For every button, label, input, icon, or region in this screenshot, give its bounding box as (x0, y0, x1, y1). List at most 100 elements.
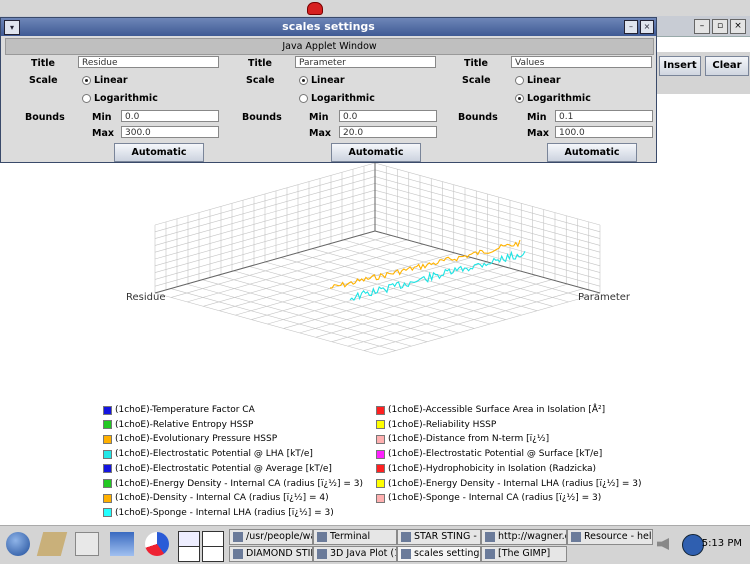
legend-label: (1choE)-Distance from N-term [ï¿½] (388, 434, 550, 445)
legend-entry: (1choE)-Electrostatic Potential @ LHA [k… (103, 449, 313, 459)
taskbar: /usr/people/wag Terminal STAR STING - ht… (0, 525, 750, 564)
workspace-pager-icon[interactable] (178, 546, 200, 562)
clear-button[interactable]: Clear (705, 56, 749, 76)
parameter-max-field[interactable]: 20.0 (339, 126, 437, 138)
dialog-minimize-button[interactable]: – (624, 20, 638, 34)
min-label: Min (527, 112, 547, 123)
task-diamond-sting[interactable]: DIAMOND STIN (229, 546, 313, 562)
task-gimp[interactable]: [The GIMP] (481, 546, 567, 562)
app-hat-icon[interactable] (307, 2, 323, 15)
scale-label: Scale (462, 75, 491, 86)
values-log-radio[interactable] (515, 94, 524, 103)
legend-label: (1choE)-Electrostatic Potential @ LHA [k… (115, 449, 313, 460)
title-label: Title (464, 58, 488, 69)
window-icon (317, 549, 327, 559)
update-check-icon[interactable] (682, 534, 704, 556)
logarithmic-label: Logarithmic (311, 93, 375, 104)
values-automatic-button[interactable]: Automatic (547, 143, 637, 162)
dialog-close-button[interactable]: × (640, 20, 654, 34)
minimize-button[interactable]: – (694, 19, 710, 34)
task-resource-help[interactable]: Resource - help (567, 529, 653, 545)
outer-window-controls: – ▫ × (694, 19, 746, 34)
scale-label: Scale (246, 75, 275, 86)
residue-log-radio[interactable] (82, 94, 91, 103)
legend-swatch (376, 493, 385, 503)
logarithmic-label: Logarithmic (527, 93, 591, 104)
workspace-pager-icon[interactable] (178, 531, 200, 547)
legend-entry: (1choE)-Density - Internal CA (radius [ï… (103, 493, 329, 503)
insert-button[interactable]: Insert (659, 56, 701, 76)
maximize-button[interactable]: ▫ (712, 19, 728, 34)
legend-label: (1choE)-Energy Density - Internal LHA (r… (388, 478, 642, 489)
residue-min-field[interactable]: 0.0 (121, 110, 219, 122)
logarithmic-label: Logarithmic (94, 93, 158, 104)
max-label: Max (527, 128, 549, 139)
parameter-title-field[interactable]: Parameter (295, 56, 436, 68)
min-label: Min (309, 112, 329, 123)
legend-label: (1choE)-Sponge - Internal LHA (radius [ï… (115, 507, 334, 518)
browser-icon (485, 532, 495, 542)
legend-swatch (103, 420, 112, 430)
legend-entry: (1choE)-Electrostatic Potential @ Surfac… (376, 449, 602, 459)
window-icon (401, 532, 411, 542)
legend-entry: (1choE)-Sponge - Internal CA (radius [ï¿… (376, 493, 601, 503)
legend-entry: (1choE)-Evolutionary Pressure HSSP (103, 434, 277, 444)
task-star-sting[interactable]: STAR STING - (397, 529, 481, 545)
values-linear-radio[interactable] (515, 76, 524, 85)
axis-label-parameter: Parameter (578, 292, 631, 303)
3d-plot[interactable]: Residue Parameter (0, 163, 750, 393)
legend-entry: (1choE)-Energy Density - Internal LHA (r… (376, 479, 641, 489)
legend-entry: (1choE)-Energy Density - Internal CA (ra… (103, 479, 363, 489)
top-panel (0, 0, 750, 16)
residue-linear-radio[interactable] (82, 76, 91, 85)
legend-swatch (103, 464, 112, 474)
legend-swatch (376, 420, 385, 430)
terminal-icon (317, 532, 327, 542)
title-label: Title (31, 58, 55, 69)
residue-title-field[interactable]: Residue (78, 56, 219, 68)
parameter-log-radio[interactable] (299, 94, 308, 103)
values-min-field[interactable]: 0.1 (555, 110, 653, 122)
legend-entry: (1choE)-Electrostatic Potential @ Averag… (103, 464, 332, 474)
scale-label: Scale (29, 75, 58, 86)
legend-entry: (1choE)-Relative Entropy HSSP (103, 420, 253, 430)
max-label: Max (92, 128, 114, 139)
workspace-pager-icon[interactable] (202, 531, 224, 547)
clock: 5:13 PM (701, 538, 742, 549)
chart-app-icon[interactable] (145, 532, 169, 556)
residue-max-field[interactable]: 300.0 (121, 126, 219, 138)
folder-icon (233, 532, 243, 542)
parameter-automatic-button[interactable]: Automatic (331, 143, 421, 162)
task-3d-java-plot[interactable]: 3D Java Plot (1 (313, 546, 397, 562)
task-browser[interactable]: http://wagner.cb (481, 529, 567, 545)
applet-warning-bar: Java Applet Window (5, 38, 654, 55)
task-scales-settings[interactable]: scales settings (397, 546, 481, 562)
legend-label: (1choE)-Energy Density - Internal CA (ra… (115, 478, 363, 489)
display-settings-icon[interactable] (110, 532, 134, 556)
parameter-min-field[interactable]: 0.0 (339, 110, 437, 122)
legend-label: (1choE)-Temperature Factor CA (115, 405, 255, 415)
linear-label: Linear (311, 75, 345, 86)
dialog-title[interactable]: scales settings (1, 18, 656, 36)
task-file-browser[interactable]: /usr/people/wag (229, 529, 313, 545)
legend-label: (1choE)-Relative Entropy HSSP (115, 419, 254, 430)
editor-icon[interactable] (75, 532, 99, 556)
start-globe-icon[interactable] (6, 532, 30, 556)
legend-swatch (103, 434, 112, 444)
legend-label: (1choE)-Hydrophobicity in Isolation (Rad… (388, 463, 597, 474)
window-icon (233, 549, 243, 559)
volume-icon[interactable] (657, 538, 669, 550)
file-manager-icon[interactable] (36, 532, 68, 556)
parameter-linear-radio[interactable] (299, 76, 308, 85)
values-title-field[interactable]: Values (511, 56, 652, 68)
task-terminal[interactable]: Terminal (313, 529, 397, 545)
outer-toolbar: Insert Clear (655, 52, 750, 94)
workspace-pager-icon[interactable] (202, 546, 224, 562)
values-max-field[interactable]: 100.0 (555, 126, 653, 138)
axis-label-residue: Residue (126, 292, 165, 303)
scales-settings-dialog: scales settings ▾ – × Java Applet Window… (0, 17, 657, 163)
residue-automatic-button[interactable]: Automatic (114, 143, 204, 162)
close-button[interactable]: × (730, 19, 746, 34)
window-menu-button[interactable]: ▾ (4, 20, 20, 35)
window-icon (401, 549, 411, 559)
